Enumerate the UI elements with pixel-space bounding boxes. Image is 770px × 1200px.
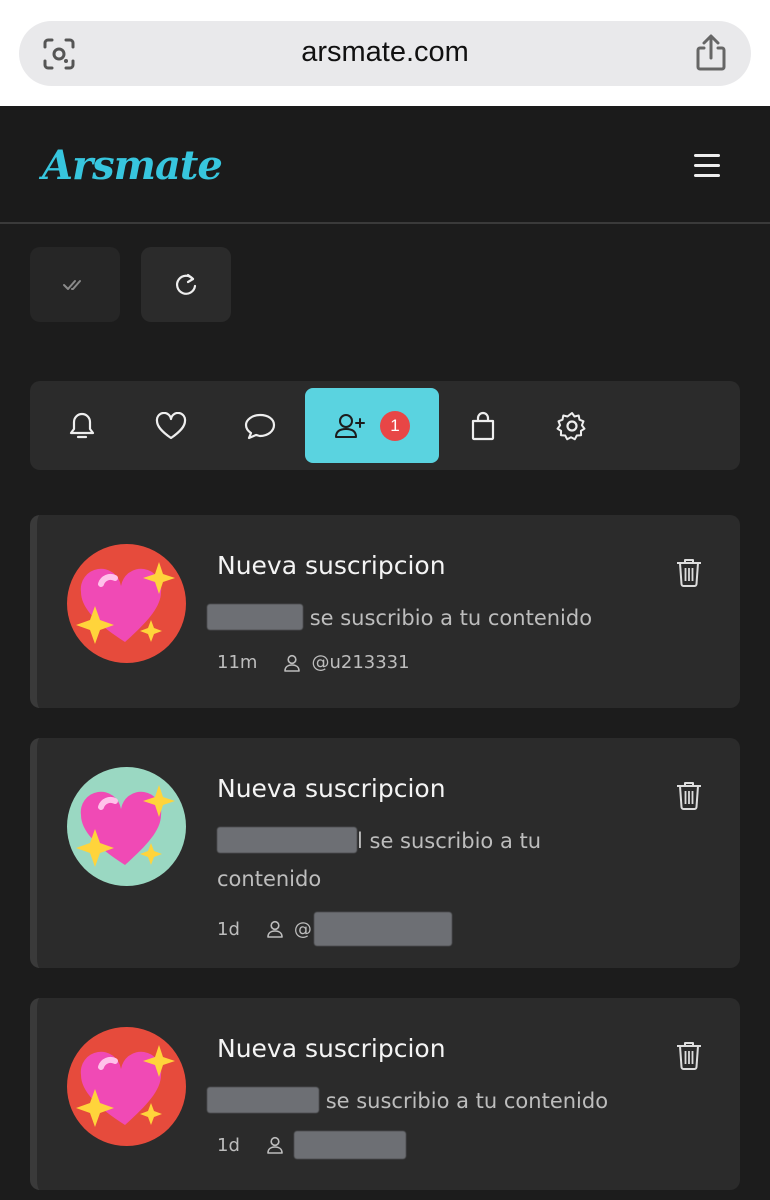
notification-meta: 1d @: [217, 912, 452, 946]
notification-card[interactable]: Nueva suscripcion l se suscribio a tu co…: [30, 738, 740, 968]
notification-meta: 1d: [217, 1131, 406, 1159]
user-icon: [284, 654, 301, 672]
tab-likes[interactable]: [132, 388, 210, 463]
trash-icon[interactable]: [676, 1040, 702, 1070]
notification-title: Nueva suscripcion: [217, 551, 446, 580]
subscriptions-count-badge: 1: [380, 410, 410, 441]
notification-text: se suscribio a tu contenido: [207, 599, 647, 637]
tab-comments[interactable]: [221, 388, 299, 463]
tab-subscriptions[interactable]: 1: [305, 388, 439, 463]
site-header: Arsmate: [0, 106, 770, 224]
gear-icon: [556, 411, 586, 440]
url-field[interactable]: arsmate.com: [19, 21, 751, 86]
refresh-icon: [175, 273, 197, 295]
notification-username[interactable]: @: [294, 919, 312, 940]
arsmate-logo[interactable]: Arsmate: [42, 142, 223, 189]
hamburger-menu-icon[interactable]: [694, 154, 720, 178]
user-icon: [267, 920, 283, 938]
avatar: [67, 767, 186, 886]
notification-title: Nueva suscripcion: [217, 774, 446, 803]
tab-purchases[interactable]: [444, 388, 522, 463]
user-icon: [267, 1136, 283, 1154]
browser-address-bar: arsmate.com: [0, 0, 770, 106]
trash-icon[interactable]: [676, 557, 702, 587]
notification-tabs: 1: [30, 381, 740, 470]
notification-time: 1d: [217, 918, 240, 940]
notification-title: Nueva suscripcion: [217, 1034, 446, 1063]
avatar: [67, 1027, 186, 1146]
share-icon[interactable]: [693, 33, 729, 73]
notification-text: se suscribio a tu contenido: [207, 1082, 647, 1120]
redacted-username: [207, 604, 303, 630]
tab-settings[interactable]: [533, 388, 611, 463]
notification-time: 1d: [217, 1134, 240, 1156]
redacted-username: [313, 912, 452, 946]
avatar: [67, 544, 186, 663]
redacted-username: [207, 1087, 319, 1113]
url-text: arsmate.com: [301, 36, 469, 68]
sparkling-heart-icon: [76, 562, 175, 644]
bell-icon: [69, 412, 95, 438]
heart-icon: [155, 411, 187, 439]
notification-time: 11m: [217, 652, 258, 673]
tab-all-notifications[interactable]: [43, 388, 121, 463]
redacted-username: [293, 1131, 406, 1159]
notification-card[interactable]: Nueva suscripcion se suscribio a tu cont…: [30, 515, 740, 708]
trash-icon[interactable]: [676, 780, 702, 810]
notification-username[interactable]: @u213331: [311, 652, 409, 673]
notification-text: l se suscribio a tu contenido: [217, 827, 542, 891]
double-check-icon: [63, 279, 81, 290]
notification-card[interactable]: Nueva suscripcion se suscribio a tu cont…: [30, 998, 740, 1190]
redacted-username: [217, 827, 357, 853]
user-plus-icon: [335, 413, 365, 438]
sparkling-heart-icon: [76, 785, 175, 867]
mark-all-read-button[interactable]: [30, 247, 120, 322]
shopping-bag-icon: [471, 411, 495, 440]
refresh-button[interactable]: [141, 247, 231, 322]
notification-meta: 11m @u213331: [217, 652, 410, 673]
sparkling-heart-icon: [76, 1045, 175, 1127]
chat-bubble-icon: [244, 413, 276, 439]
